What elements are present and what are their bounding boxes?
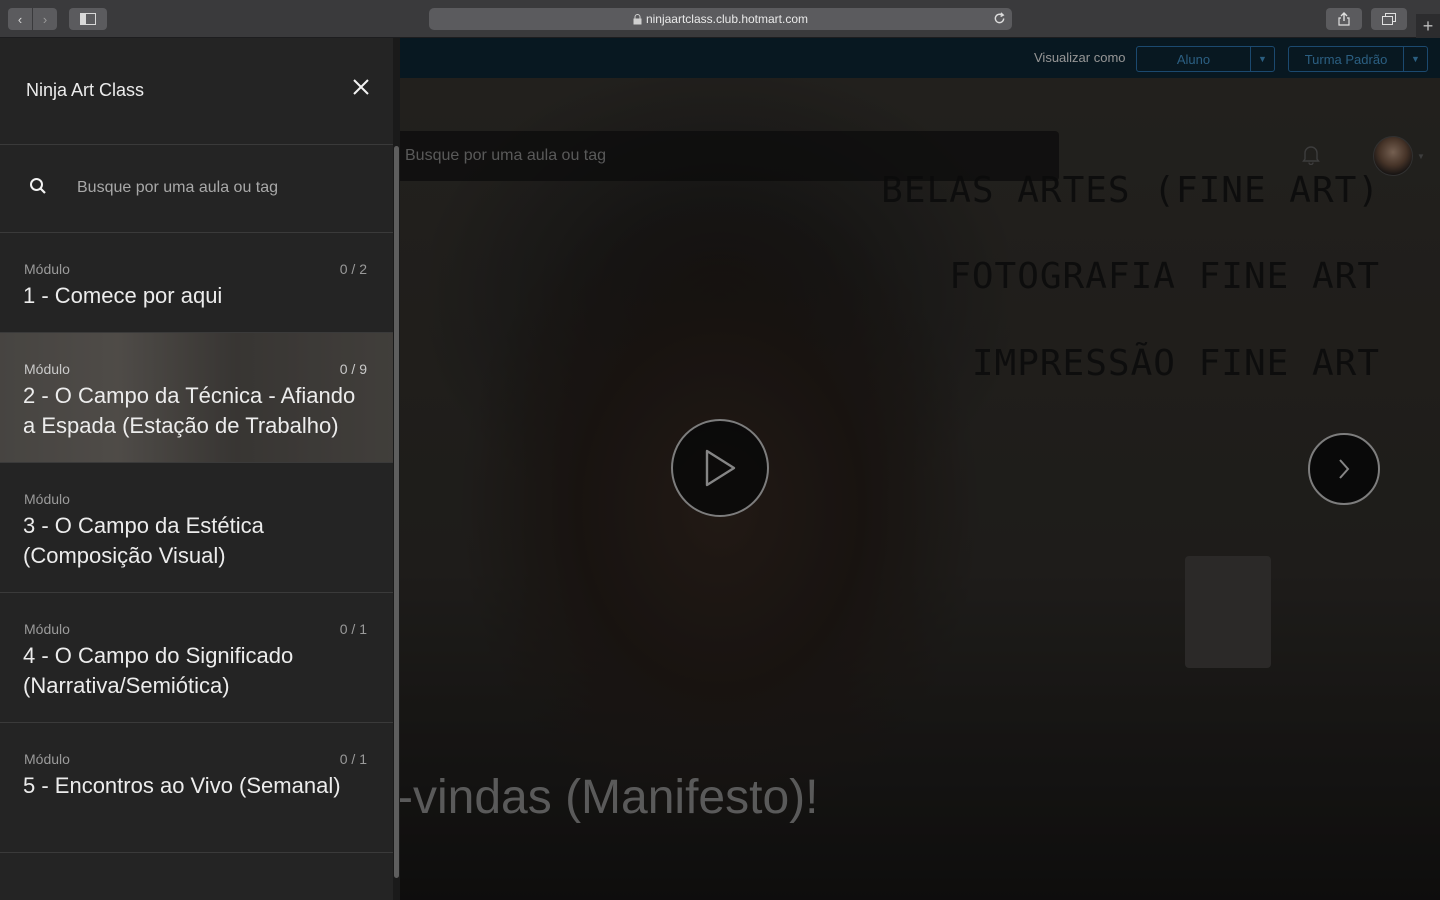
module-title: 4 - O Campo do Significado (Narrativa/Se…	[23, 643, 294, 698]
close-sidebar-button[interactable]	[348, 74, 374, 100]
sidebar-scrollbar-thumb[interactable]	[394, 146, 399, 878]
lock-icon	[633, 13, 642, 24]
share-icon	[1338, 12, 1350, 26]
module-label: Módulo	[24, 621, 70, 637]
chevron-right-icon: ›	[42, 11, 48, 27]
module-progress: 0 / 9	[339, 361, 367, 377]
module-label: Módulo	[24, 361, 70, 377]
reload-icon[interactable]	[993, 12, 1006, 25]
forward-button[interactable]: ›	[33, 8, 57, 30]
sidebar-icon	[80, 13, 96, 25]
sidebar-search-input[interactable]: Busque por uma aula ou tag	[0, 145, 393, 233]
share-button[interactable]	[1326, 8, 1362, 30]
module-list: Módulo 0 / 2 1 - Comece por aqui Módulo …	[0, 233, 393, 853]
brand-name: Ninja Art Class	[26, 80, 145, 100]
module-label: Módulo	[24, 751, 70, 767]
module-item[interactable]: Módulo 0 / 2 1 - Comece por aqui	[0, 233, 393, 333]
module-sidebar: Ninja Art Class Busque por uma aula ou t…	[0, 38, 400, 900]
module-title: 1 - Comece por aqui	[23, 283, 223, 308]
new-tab-button[interactable]: +	[1416, 14, 1440, 38]
module-item[interactable]: Módulo 0 / 1 5 - Encontros ao Vivo (Sema…	[0, 723, 393, 853]
tabs-overview-button[interactable]	[1371, 8, 1407, 30]
chevron-left-icon: ‹	[17, 11, 23, 27]
address-bar[interactable]: ninjaartclass.club.hotmart.com	[429, 8, 1012, 30]
module-title: 5 - Encontros ao Vivo (Semanal)	[23, 773, 341, 798]
sidebar-toggle-button[interactable]	[69, 8, 107, 30]
module-label: Módulo	[24, 261, 70, 277]
sidebar-search-placeholder: Busque por uma aula ou tag	[77, 179, 279, 196]
module-label: Módulo	[24, 491, 70, 507]
module-item[interactable]: Módulo 3 - O Campo da Estética (Composiç…	[0, 463, 393, 593]
module-progress: 0 / 1	[339, 621, 367, 637]
search-icon	[30, 178, 46, 194]
close-icon	[353, 79, 369, 95]
module-progress: 0 / 1	[339, 751, 367, 767]
back-button[interactable]: ‹	[8, 8, 32, 30]
module-title: 2 - O Campo da Técnica - Afiando a Espad…	[23, 383, 356, 438]
module-item[interactable]: Módulo 0 / 1 4 - O Campo do Significado …	[0, 593, 393, 723]
sidebar-header: Ninja Art Class	[0, 38, 393, 145]
url-text: ninjaartclass.club.hotmart.com	[645, 12, 809, 26]
browser-toolbar: ‹ › ninjaartclass.club.hotmart.com +	[0, 0, 1440, 38]
plus-icon: +	[1422, 15, 1434, 36]
module-title: 3 - O Campo da Estética (Composição Visu…	[23, 513, 264, 568]
module-item[interactable]: Módulo 0 / 9 2 - O Campo da Técnica - Af…	[0, 333, 393, 463]
tabs-icon	[1382, 13, 1396, 25]
module-progress: 0 / 2	[339, 261, 367, 277]
